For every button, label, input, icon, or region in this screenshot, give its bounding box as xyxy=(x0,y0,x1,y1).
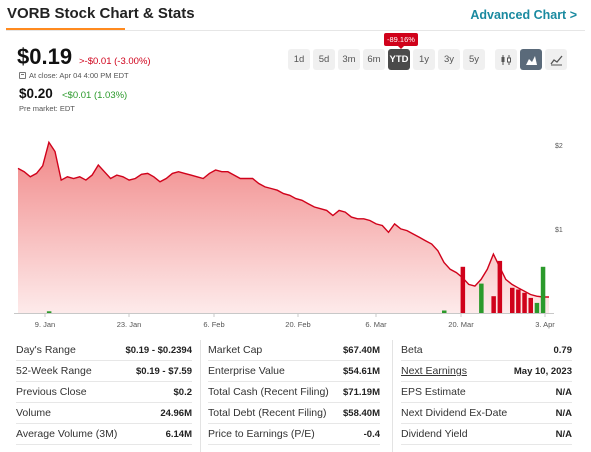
range-1d-button[interactable]: 1d xyxy=(288,49,310,70)
advanced-chart-link[interactable]: Advanced Chart > xyxy=(470,8,577,22)
stat-label: Average Volume (3M) xyxy=(16,428,118,440)
stat-label: Price to Earnings (P/E) xyxy=(208,428,315,440)
stat-label: Beta xyxy=(401,344,423,356)
stat-row: Enterprise Value $54.61M xyxy=(208,361,380,382)
chart-type-selector xyxy=(495,49,567,70)
volume-bar xyxy=(460,266,466,314)
close-note-text: At close: Apr 04 4:00 PM EDT xyxy=(29,71,129,80)
volume-bar xyxy=(528,297,533,313)
stat-row: Day's Range $0.19 - $0.2394 xyxy=(16,340,192,361)
line-chart-button[interactable] xyxy=(545,49,567,70)
stat-value: $0.2 xyxy=(173,386,193,398)
stat-row: Previous Close $0.2 xyxy=(16,382,192,403)
page-title: VORB Stock Chart & Stats xyxy=(7,5,195,22)
stat-row: Total Debt (Recent Filing) $58.40M xyxy=(208,403,380,424)
current-price: $0.19 xyxy=(17,44,73,69)
range-6m-button[interactable]: 6m xyxy=(363,49,385,70)
volume-bar xyxy=(510,287,515,313)
stat-value: 6.14M xyxy=(165,428,192,440)
volume-bar xyxy=(497,260,503,313)
premarket-note: Pre market: EDT xyxy=(19,104,75,113)
stat-value: $0.19 - $7.59 xyxy=(136,365,192,377)
stat-row: Average Volume (3M) 6.14M xyxy=(16,424,192,445)
range-ytd-button[interactable]: YTD xyxy=(388,49,410,70)
stat-label: Enterprise Value xyxy=(208,365,285,377)
stat-row: Volume 24.96M xyxy=(16,403,192,424)
stat-label[interactable]: Next Earnings xyxy=(401,365,467,377)
premarket-change: <$0.01 (1.03%) xyxy=(62,90,128,101)
stat-row: Beta 0.79 xyxy=(401,340,572,361)
volume-bar xyxy=(442,310,447,313)
range-5d-button[interactable]: 5d xyxy=(313,49,335,70)
stat-row: Market Cap $67.40M xyxy=(208,340,380,361)
price-chart[interactable]: $2 $1 9. Jan 23. Jan 6. Feb 20. Feb 6. Mar 20. … xyxy=(14,118,576,333)
stat-row: Price to Earnings (P/E) -0.4 xyxy=(208,424,380,445)
stat-label: Next Dividend Ex-Date xyxy=(401,407,508,419)
stat-label: Total Debt (Recent Filing) xyxy=(208,407,327,419)
stat-value: N/A xyxy=(555,386,572,398)
stat-value: $71.19M xyxy=(343,386,380,398)
x-tick-label: 23. Jan xyxy=(117,320,142,329)
premarket-price: $0.20 xyxy=(19,86,53,101)
stats-panel: Day's Range $0.19 - $0.2394 52-Week Range $… xyxy=(0,340,591,452)
mountain-chart-button[interactable] xyxy=(520,49,542,70)
stat-label: Day's Range xyxy=(16,344,76,356)
stat-value: $0.19 - $0.2394 xyxy=(125,344,192,356)
range-selector: 1d 5d 3m 6m YTD 1y 3y 5y xyxy=(288,49,485,70)
volume-bar xyxy=(534,302,540,313)
stat-label: Dividend Yield xyxy=(401,428,468,440)
stat-row: Next Earnings May 10, 2023 xyxy=(401,361,572,382)
ytd-change-badge: -89.16% xyxy=(384,33,418,49)
stat-value: $58.40M xyxy=(343,407,380,419)
stat-label: EPS Estimate xyxy=(401,386,466,398)
stat-value: $54.61M xyxy=(343,365,380,377)
y-tick-label: $2 xyxy=(555,143,563,150)
range-1y-button[interactable]: 1y xyxy=(413,49,435,70)
volume-bar xyxy=(491,296,496,313)
x-tick-label: 3. Apr xyxy=(535,320,555,329)
stat-value: N/A xyxy=(555,407,572,419)
price-change: >-$0.01 (-3.00%) xyxy=(79,56,151,67)
volume-bar xyxy=(516,289,521,313)
stat-value: $67.40M xyxy=(343,344,380,356)
price-area xyxy=(18,142,549,313)
close-note: At close: Apr 04 4:00 PM EDT xyxy=(19,71,129,80)
candlestick-chart-button[interactable] xyxy=(495,49,517,70)
x-tick-label: 6. Mar xyxy=(365,320,387,329)
stat-value: May 10, 2023 xyxy=(513,365,572,377)
stat-value: 0.79 xyxy=(553,344,573,356)
stat-row: Total Cash (Recent Filing) $71.19M xyxy=(208,382,380,403)
candlestick-icon xyxy=(501,54,511,65)
range-5y-button[interactable]: 5y xyxy=(463,49,485,70)
calendar-icon xyxy=(19,72,26,79)
stat-value: 24.96M xyxy=(160,407,192,419)
x-tick-label: 20. Feb xyxy=(285,320,310,329)
divider xyxy=(6,30,585,31)
stat-row: 52-Week Range $0.19 - $7.59 xyxy=(16,361,192,382)
volume-bar xyxy=(540,266,546,314)
stat-value: N/A xyxy=(555,428,572,440)
column-divider xyxy=(200,340,201,452)
volume-bar xyxy=(479,283,484,313)
stat-row: Dividend Yield N/A xyxy=(401,424,572,445)
stat-value: -0.4 xyxy=(363,428,380,440)
stat-label: Previous Close xyxy=(16,386,87,398)
stat-label: Market Cap xyxy=(208,344,263,356)
line-icon xyxy=(549,55,562,65)
y-tick-label: $1 xyxy=(555,227,563,234)
volume-bar xyxy=(46,311,52,313)
range-3y-button[interactable]: 3y xyxy=(438,49,460,70)
column-divider xyxy=(392,340,393,452)
x-tick-label: 6. Feb xyxy=(203,320,224,329)
mountain-icon xyxy=(525,55,537,65)
stat-row: Next Dividend Ex-Date N/A xyxy=(401,403,572,424)
x-tick-label: 20. Mar xyxy=(448,320,474,329)
volume-bar xyxy=(522,292,527,313)
stat-label: Volume xyxy=(16,407,52,419)
stat-label: 52-Week Range xyxy=(16,365,92,377)
x-tick-label: 9. Jan xyxy=(35,320,55,329)
range-3m-button[interactable]: 3m xyxy=(338,49,360,70)
stat-label: Total Cash (Recent Filing) xyxy=(208,386,329,398)
stat-row: EPS Estimate N/A xyxy=(401,382,572,403)
